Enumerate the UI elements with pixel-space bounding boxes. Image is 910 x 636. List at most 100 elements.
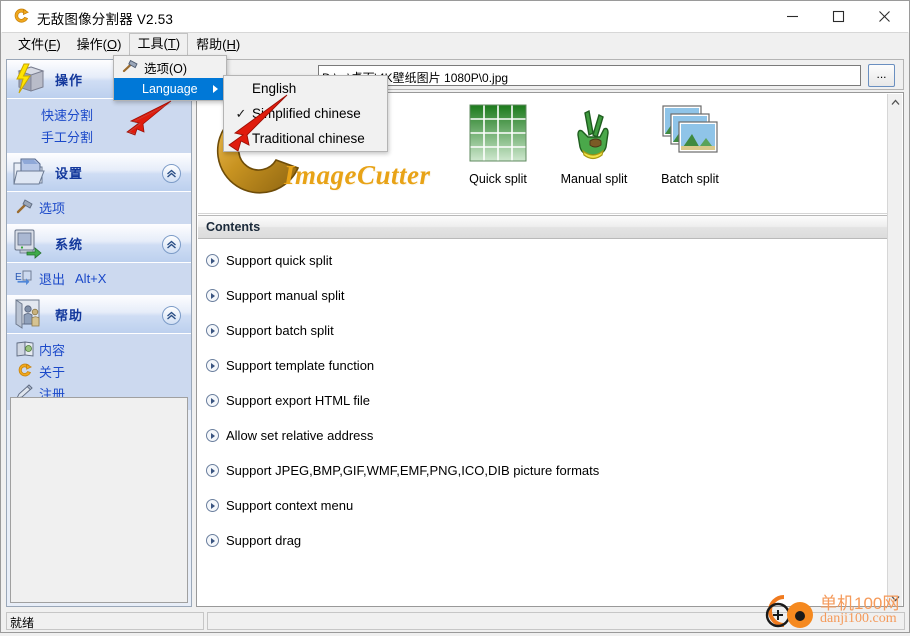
sidebar-group-system-header[interactable]: 系统 bbox=[7, 224, 191, 263]
check-icon: ✓ bbox=[235, 105, 247, 121]
menu-item-traditional-chinese-label: Traditional chinese bbox=[252, 131, 365, 146]
window-title: 无敌图像分割器 V2.53 bbox=[37, 12, 174, 27]
app-logo-icon bbox=[12, 8, 30, 25]
menu-file-label: 文件 bbox=[18, 37, 45, 52]
play-bullet-icon bbox=[206, 324, 219, 337]
menu-tools-label: 工具 bbox=[137, 36, 164, 51]
hammer-icon bbox=[15, 198, 37, 216]
chevron-up-icon[interactable] bbox=[162, 306, 181, 325]
hammer-icon bbox=[122, 59, 142, 75]
status-bar bbox=[2, 610, 908, 632]
sidebar-group-help-title: 帮助 bbox=[55, 307, 84, 323]
minimize-icon bbox=[786, 15, 798, 18]
sidebar-group-settings: 设置 选项 bbox=[7, 153, 191, 224]
feature-label: Support batch split bbox=[226, 323, 334, 338]
sidebar-item-exit-label: 退出 bbox=[39, 271, 66, 287]
menu-file[interactable]: 文件(F) bbox=[10, 34, 69, 56]
list-item: Support manual split bbox=[198, 278, 888, 313]
feature-label: Support JPEG,BMP,GIF,WMF,EMF,PNG,ICO,DIB… bbox=[226, 463, 600, 478]
logo-text: ImageCutter bbox=[284, 160, 431, 190]
play-bullet-icon bbox=[206, 289, 219, 302]
chevron-right-icon bbox=[213, 85, 218, 93]
play-bullet-icon bbox=[206, 464, 219, 477]
sidebar-item-quick-split-label: 快速分割 bbox=[41, 107, 94, 123]
play-bullet-icon bbox=[206, 254, 219, 267]
menu-help[interactable]: 帮助(H) bbox=[188, 34, 248, 56]
stacked-images-icon bbox=[659, 100, 721, 166]
feature-label: Support template function bbox=[226, 358, 375, 373]
content-vertical-scrollbar[interactable] bbox=[887, 94, 903, 606]
hand-scissors-icon bbox=[568, 100, 620, 166]
chevron-up-icon[interactable] bbox=[162, 235, 181, 254]
status-panel-right bbox=[207, 612, 905, 630]
tool-batch-split[interactable]: Batch split bbox=[642, 100, 738, 186]
sidebar-group-help-header[interactable]: 帮助 bbox=[7, 295, 191, 334]
menu-tools[interactable]: 工具(T) bbox=[129, 33, 189, 56]
tool-quick-split-label: Quick split bbox=[469, 172, 527, 186]
play-bullet-icon bbox=[206, 394, 219, 407]
play-bullet-icon bbox=[206, 534, 219, 547]
list-item: Support quick split bbox=[198, 243, 888, 278]
chevron-up-icon[interactable] bbox=[162, 164, 181, 183]
feature-label: Support drag bbox=[226, 533, 302, 548]
minimize-button[interactable] bbox=[769, 1, 815, 32]
menu-item-options[interactable]: 选项(O) bbox=[114, 56, 226, 78]
menu-item-english[interactable]: English bbox=[224, 76, 387, 101]
menu-help-accel: (H) bbox=[222, 37, 241, 52]
menu-tools-accel: (T) bbox=[163, 36, 181, 51]
lightning-box-icon bbox=[11, 62, 51, 96]
play-bullet-icon bbox=[206, 359, 219, 372]
computer-icon bbox=[11, 226, 51, 260]
tool-quick-split[interactable]: Quick split bbox=[450, 100, 546, 186]
feature-label: Support context menu bbox=[226, 498, 354, 513]
tool-batch-split-label: Batch split bbox=[661, 172, 719, 186]
sidebar-item-manual-split-label: 手工分割 bbox=[41, 129, 94, 145]
menu-item-traditional-chinese[interactable]: Traditional chinese bbox=[224, 126, 387, 151]
browse-button[interactable]: ... bbox=[868, 64, 895, 87]
sidebar-item-contents[interactable]: 内容 bbox=[7, 338, 191, 360]
tools-dropdown-menu: 选项(O) Language bbox=[113, 55, 227, 101]
close-button[interactable] bbox=[861, 1, 907, 32]
image-path-input[interactable]: D:\...\桌面\4K壁纸图片 1080P\0.jpg bbox=[318, 65, 861, 86]
title-bar: 无敌图像分割器 V2.53 bbox=[1, 1, 909, 32]
sidebar-item-manual-split[interactable]: 手工分割 bbox=[7, 125, 191, 147]
main-body: 操作 快速分割 手工分割 设置 选项 系统 E 退出 Alt+X 帮助 内容 关… bbox=[2, 56, 908, 609]
folder-settings-icon bbox=[11, 155, 51, 189]
exit-icon: E bbox=[15, 269, 37, 287]
menu-item-language[interactable]: Language bbox=[114, 78, 226, 100]
feature-label: Support manual split bbox=[226, 288, 345, 303]
list-item: Support export HTML file bbox=[198, 383, 888, 418]
tool-manual-split-label: Manual split bbox=[560, 172, 628, 186]
maximize-button[interactable] bbox=[815, 1, 861, 32]
feature-label: Support quick split bbox=[226, 253, 333, 268]
feature-list: Support quick split Support manual split… bbox=[198, 243, 888, 558]
sidebar-group-settings-header[interactable]: 设置 bbox=[7, 153, 191, 192]
menu-item-options-label: 选项(O) bbox=[144, 61, 188, 76]
tool-buttons: Quick split Manual split Batch split bbox=[450, 100, 738, 186]
menu-bar: 文件(F) 操作(O) 工具(T) 帮助(H) bbox=[2, 32, 908, 56]
tool-manual-split[interactable]: Manual split bbox=[546, 100, 642, 186]
feature-label: Support export HTML file bbox=[226, 393, 371, 408]
content-panel: ImageCutter Quick split Manual split Bat… bbox=[196, 92, 904, 607]
list-item: Support template function bbox=[198, 348, 888, 383]
menu-item-simplified-chinese[interactable]: ✓ Simplified chinese bbox=[224, 101, 387, 126]
play-bullet-icon bbox=[206, 499, 219, 512]
menu-item-language-label: Language bbox=[142, 82, 198, 96]
sidebar-item-about-label: 关于 bbox=[39, 364, 66, 380]
scroll-up-icon[interactable] bbox=[888, 94, 903, 111]
menu-operate[interactable]: 操作(O) bbox=[69, 34, 130, 56]
about-logo-icon bbox=[15, 362, 37, 380]
sidebar-group-settings-title: 设置 bbox=[55, 165, 84, 181]
feature-label: Allow set relative address bbox=[226, 428, 374, 443]
sidebar-item-quick-split[interactable]: 快速分割 bbox=[7, 103, 191, 125]
sidebar-item-options[interactable]: 选项 bbox=[7, 196, 191, 218]
play-bullet-icon bbox=[206, 429, 219, 442]
sidebar-item-exit[interactable]: E 退出 Alt+X bbox=[7, 267, 191, 289]
scroll-down-icon[interactable] bbox=[888, 590, 903, 606]
sidebar: 操作 快速分割 手工分割 设置 选项 系统 E 退出 Alt+X 帮助 内容 关… bbox=[6, 59, 192, 607]
list-item: Support drag bbox=[198, 523, 888, 558]
menu-help-label: 帮助 bbox=[196, 37, 223, 52]
sidebar-item-about[interactable]: 关于 bbox=[7, 360, 191, 382]
grid-split-icon bbox=[468, 100, 528, 166]
sidebar-item-options-label: 选项 bbox=[39, 200, 66, 216]
